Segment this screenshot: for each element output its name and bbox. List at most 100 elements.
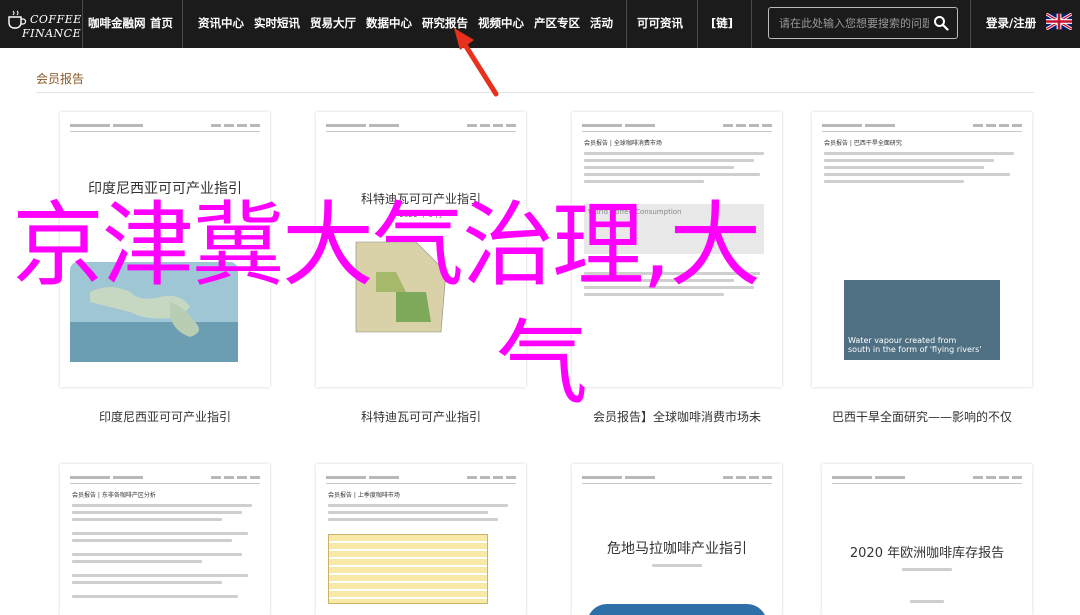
doc-text-line [824,159,994,162]
logo-text-line1: COFFEE [30,13,82,26]
doc-text-line [72,504,252,507]
map-illustration [336,232,466,342]
nav-item-trade-hall[interactable]: 贸易大厅 [310,0,356,48]
nav-item-news-center[interactable]: 资讯中心 [198,0,244,48]
data-table-thumbnail [328,534,488,604]
doc-rule [832,483,1022,484]
doc-text-line [584,293,724,296]
doc-heading: 会员报告 | 上季度咖啡市场 [328,492,400,499]
cover-image [587,604,767,615]
doc-title: 印度尼西亚可可产业指引 [88,181,242,197]
report-caption[interactable]: 会员报告】全球咖啡消费市场未 [572,408,782,425]
nav-item-flash-news[interactable]: 实时短讯 [254,0,300,48]
doc-text-line [72,553,242,556]
doc-rule [70,131,260,132]
nav-item-cocoa-news[interactable]: 可可资讯 [637,0,683,48]
doc-text-line [328,511,488,514]
doc-header [326,124,516,127]
login-register-link[interactable]: 登录/注册 [986,0,1036,48]
doc-text-line [584,286,754,289]
report-card-global-coffee[interactable]: 会员报告 | 全球咖啡消费市场 World Coffee Consumption… [572,112,782,432]
report-card-europe-stocks[interactable]: 2020 年欧洲咖啡库存报告 [822,464,1032,615]
doc-text-line [584,173,760,176]
report-thumbnail: 2020 年欧洲咖啡库存报告 [822,464,1032,615]
doc-text-line [584,159,754,162]
nav-divider [751,0,752,48]
report-caption[interactable]: 印度尼西亚可可产业指引 [60,408,270,425]
nav-item-video-center[interactable]: 视频中心 [478,0,524,48]
report-card-east-africa[interactable]: 会员报告 | 东非各咖啡产区分析 [60,464,270,615]
report-thumbnail: 会员报告 | 巴西干旱全面研究 Water vapour created fro… [812,112,1032,387]
doc-rule [70,483,260,484]
doc-text-line [328,504,508,507]
report-card-last-quarter[interactable]: 会员报告 | 上季度咖啡市场 [316,464,526,615]
nav-divider [970,0,971,48]
search-box [768,7,958,39]
nav-divider [82,0,83,48]
report-caption[interactable]: 巴西干旱全面研究——影响的不仅 [812,408,1032,425]
doc-heading: 会员报告 | 巴西干旱全面研究 [824,140,902,147]
doc-text-line [824,152,1014,155]
section-title: 会员报告 [36,72,85,86]
doc-heading: 会员报告 | 全球咖啡消费市场 [584,140,662,147]
nav-item-origin-zone[interactable]: 产区专区 [534,0,580,48]
report-thumbnail: 危地马拉咖啡产业指引 [572,464,782,615]
doc-text-line [72,595,238,598]
nav-item-data-center[interactable]: 数据中心 [366,0,412,48]
report-thumbnail: 会员报告 | 东非各咖啡产区分析 [60,464,270,615]
doc-header [326,476,516,479]
doc-header [832,476,1022,479]
logo-text-line2: FINANCE [22,27,82,40]
nav-item-home[interactable]: 首页 [150,0,173,48]
doc-text-line [584,279,734,282]
doc-rule [582,483,772,484]
search-input[interactable] [779,15,929,31]
doc-text-line [652,564,702,567]
doc-text-line [910,600,944,603]
doc-rule [582,131,772,132]
doc-text-line [584,272,760,275]
nav-divider [182,0,183,48]
doc-text-line [72,511,242,514]
doc-text-line [72,532,248,535]
doc-rule [326,483,516,484]
doc-heading: 会员报告 | 东非各咖啡产区分析 [72,492,156,499]
report-card-indonesia[interactable]: 印度尼西亚可可产业指引 印度尼西亚可可产业指引 [60,112,270,432]
chart-thumbnail: World Coffee Consumption [584,204,764,254]
doc-header [582,476,772,479]
site-logo[interactable]: COFFEE FINANCE [6,5,82,43]
uk-flag-icon[interactable] [1046,13,1072,30]
nav-item-events[interactable]: 活动 [590,0,613,48]
map-illustration [70,262,238,362]
doc-text-line [824,166,984,169]
photo-thumbnail: Water vapour created from south in the f… [844,280,1000,360]
doc-rule [326,131,516,132]
doc-text-line [584,166,734,169]
doc-header [822,124,1022,127]
report-thumbnail: 印度尼西亚可可产业指引 [60,112,270,387]
nav-divider [626,0,627,48]
doc-text-line [72,518,222,521]
doc-text-line [328,518,498,521]
doc-text-line [584,180,704,183]
report-caption[interactable]: 科特迪瓦可可产业指引 [316,408,526,425]
report-card-brazil-drought[interactable]: 会员报告 | 巴西干旱全面研究 Water vapour created fro… [812,112,1032,432]
doc-title: 2020 年欧洲咖啡库存报告 [849,546,1005,561]
search-icon[interactable] [933,15,949,31]
doc-text-line [902,568,952,571]
doc-text-line [824,173,1010,176]
doc-text-line [72,581,222,584]
top-navbar: COFFEE FINANCE 咖啡金融网 首页 资讯中心 实时短讯 贸易大厅 数… [0,0,1080,48]
nav-item-coffee-finance[interactable]: 咖啡金融网 [88,0,146,48]
report-thumbnail: 会员报告 | 全球咖啡消费市场 World Coffee Consumption [572,112,782,387]
nav-item-chain[interactable]: [链] [711,0,733,48]
report-card-guatemala[interactable]: 危地马拉咖啡产业指引 [572,464,782,615]
doc-text-line [824,180,964,183]
nav-item-research-reports[interactable]: 研究报告 [422,0,468,48]
doc-header [70,476,260,479]
report-card-ivory-coast[interactable]: 科特迪瓦可可产业指引 2021 年 5 月 科特迪瓦可可产业指引 [316,112,526,432]
doc-header [70,124,260,127]
doc-date: 2021 年 5 月 [399,211,443,219]
doc-header [582,124,772,127]
doc-title: 科特迪瓦可可产业指引 [360,192,481,206]
